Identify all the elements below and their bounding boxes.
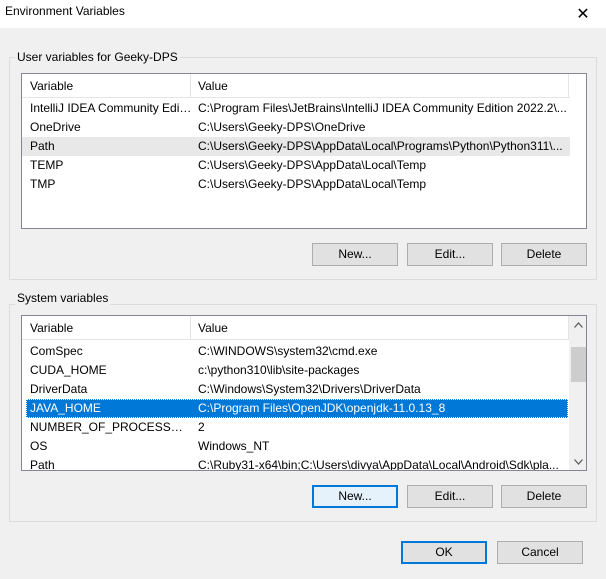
row-value: C:\Users\Geeky-DPS\AppData\Local\Temp [198, 158, 427, 172]
row-value: C:\WINDOWS\system32\cmd.exe [198, 344, 378, 358]
column-header-value[interactable]: Value [192, 316, 570, 340]
row-value: c:\python310\lib\site-packages [198, 363, 360, 377]
row-variable: DriverData [30, 382, 88, 396]
column-header-variable[interactable]: Variable [24, 316, 190, 340]
list-header: Variable Value [22, 316, 570, 340]
column-header-value[interactable]: Value [192, 74, 570, 98]
title-bar: Environment Variables ✕ [0, 0, 606, 28]
row-value: 2 [198, 420, 205, 434]
system-new-button[interactable]: New... [312, 485, 398, 508]
table-row[interactable]: OS Windows_NT [22, 437, 570, 456]
scroll-up-icon[interactable] [570, 316, 586, 333]
row-value: C:\Ruby31-x64\bin;C:\Users\divya\AppData… [198, 458, 559, 471]
close-icon[interactable]: ✕ [560, 0, 606, 28]
table-row[interactable]: ComSpec C:\WINDOWS\system32\cmd.exe [22, 342, 570, 361]
table-row[interactable]: CUDA_HOME c:\python310\lib\site-packages [22, 361, 570, 380]
table-row-selected[interactable]: JAVA_HOME C:\Program Files\OpenJDK\openj… [26, 399, 568, 418]
column-divider[interactable] [190, 74, 191, 98]
row-variable: TEMP [30, 158, 64, 172]
system-edit-button[interactable]: Edit... [407, 485, 493, 508]
table-row[interactable]: OneDrive C:\Users\Geeky-DPS\OneDrive [22, 118, 570, 137]
row-value: C:\Users\Geeky-DPS\AppData\Local\Temp [198, 177, 427, 191]
row-variable: JAVA_HOME [30, 401, 101, 415]
window-title: Environment Variables [5, 4, 125, 18]
system-delete-button[interactable]: Delete [501, 485, 587, 508]
table-row[interactable]: Path C:\Ruby31-x64\bin;C:\Users\divya\Ap… [22, 456, 570, 471]
row-variable: NUMBER_OF_PROCESSORS [30, 420, 192, 434]
row-variable: CUDA_HOME [30, 363, 107, 377]
row-value: C:\Program Files\JetBrains\IntelliJ IDEA… [198, 101, 567, 115]
row-variable: ComSpec [30, 344, 83, 358]
user-edit-button[interactable]: Edit... [407, 243, 493, 266]
table-row[interactable]: IntelliJ IDEA Community Edit... C:\Progr… [22, 99, 570, 118]
table-row[interactable]: NUMBER_OF_PROCESSORS 2 [22, 418, 570, 437]
ok-button[interactable]: OK [401, 541, 487, 564]
row-variable: IntelliJ IDEA Community Edit... [30, 101, 192, 115]
row-variable: Path [30, 139, 55, 153]
column-divider[interactable] [190, 316, 191, 340]
column-header-variable[interactable]: Variable [24, 74, 190, 98]
system-variables-label: System variables [15, 291, 111, 305]
user-variables-list[interactable]: Variable Value IntelliJ IDEA Community E… [21, 73, 587, 229]
row-value: C:\Users\Geeky-DPS\AppData\Local\Program… [198, 139, 563, 153]
scroll-down-icon[interactable] [570, 453, 586, 470]
system-variables-list[interactable]: Variable Value ComSpec C:\WINDOWS\system… [21, 315, 587, 471]
row-value: C:\Windows\System32\Drivers\DriverData [198, 382, 421, 396]
table-row[interactable]: Path C:\Users\Geeky-DPS\AppData\Local\Pr… [22, 137, 570, 156]
row-variable: TMP [30, 177, 56, 191]
column-divider[interactable] [568, 74, 569, 98]
vertical-scrollbar[interactable] [569, 316, 586, 470]
row-value: C:\Program Files\OpenJDK\openjdk-11.0.13… [198, 401, 446, 415]
user-new-button[interactable]: New... [312, 243, 398, 266]
scroll-thumb[interactable] [571, 347, 586, 382]
list-header: Variable Value [22, 74, 570, 98]
user-delete-button[interactable]: Delete [501, 243, 587, 266]
cancel-button[interactable]: Cancel [497, 541, 583, 564]
row-value: Windows_NT [198, 439, 270, 453]
table-row[interactable]: TMP C:\Users\Geeky-DPS\AppData\Local\Tem… [22, 175, 570, 194]
row-value: C:\Users\Geeky-DPS\OneDrive [198, 120, 366, 134]
user-variables-label: User variables for Geeky-DPS [15, 50, 180, 64]
table-row[interactable]: TEMP C:\Users\Geeky-DPS\AppData\Local\Te… [22, 156, 570, 175]
row-variable: OneDrive [30, 120, 81, 134]
row-variable: OS [30, 439, 48, 453]
table-row[interactable]: DriverData C:\Windows\System32\Drivers\D… [22, 380, 570, 399]
row-variable: Path [30, 458, 55, 471]
